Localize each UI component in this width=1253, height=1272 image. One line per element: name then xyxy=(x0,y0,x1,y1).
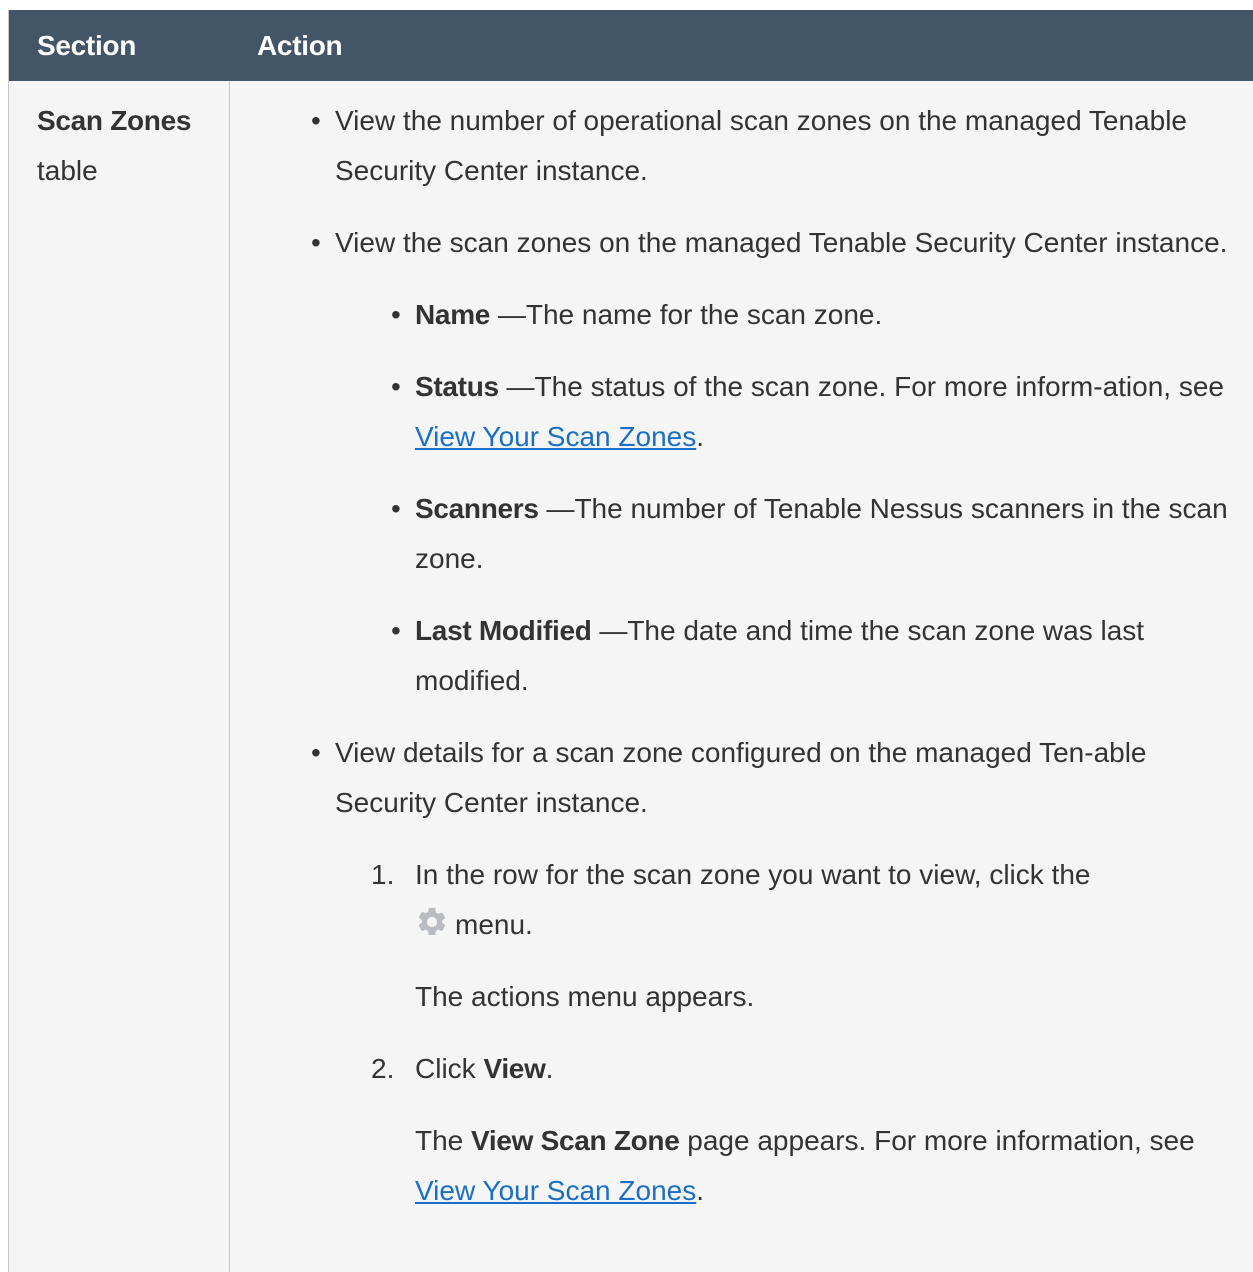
section-cell: Scan Zones table xyxy=(37,96,217,196)
view-label: View xyxy=(483,1053,546,1084)
step-number: 1. xyxy=(371,859,395,890)
step-item: 1. In the row for the scan zone you want… xyxy=(335,850,1237,1022)
list-item: • Status —The status of the scan zone. F… xyxy=(391,371,1224,452)
menu-text: menu. xyxy=(455,909,533,940)
view-scan-zones-link[interactable]: View Your Scan Zones xyxy=(415,421,696,452)
field-status-label: Status xyxy=(415,371,499,402)
step-result: The actions menu appears. xyxy=(415,981,755,1012)
table-header: Section Action xyxy=(9,10,1253,81)
list-item: • Last Modified —The date and time the s… xyxy=(391,615,1145,696)
list-item: • View the scan zones on the managed Ten… xyxy=(257,218,1237,706)
scan-zones-table: Section Action Scan Zones table • View t… xyxy=(8,10,1253,1272)
step-number: 2. xyxy=(371,1053,395,1084)
steps-list: 1. In the row for the scan zone you want… xyxy=(335,850,1237,1216)
result-text: page appears. For more information, see xyxy=(679,1125,1195,1156)
view-scan-zone-label: View Scan Zone xyxy=(471,1125,680,1156)
period: . xyxy=(696,421,705,452)
list-item: • View the number of operational scan zo… xyxy=(311,105,1188,186)
action-cell: • View the number of operational scan zo… xyxy=(257,96,1237,1238)
period: . xyxy=(545,1053,554,1084)
field-name-label: Name xyxy=(415,299,491,330)
result-text: The xyxy=(415,1125,472,1156)
field-status-desc: —The status of the scan zone. For more i… xyxy=(498,371,1224,402)
bullet-text-view-details: View details for a scan zone configured … xyxy=(335,737,1147,818)
bullet-text-view-zones: View the scan zones on the managed Tenab… xyxy=(335,227,1228,258)
list-item: • View details for a scan zone configure… xyxy=(257,728,1237,1216)
section-subtitle: table xyxy=(37,155,98,186)
section-title: Scan Zones xyxy=(37,105,192,136)
step-text: In the row for the scan zone you want to… xyxy=(415,859,1091,890)
field-scanners-label: Scanners xyxy=(415,493,539,524)
field-last-modified-label: Last Modified xyxy=(415,615,592,646)
gear-icon xyxy=(415,905,449,939)
header-action: Action xyxy=(257,30,343,61)
list-item: • Name —The name for the scan zone. xyxy=(391,299,883,330)
step-result: The View Scan Zone page appears. For mor… xyxy=(415,1116,1237,1216)
bullet-text-operational: View the number of operational scan zone… xyxy=(335,105,1188,186)
field-name-desc: —The name for the scan zone. xyxy=(490,299,883,330)
view-scan-zones-link[interactable]: View Your Scan Zones xyxy=(415,1175,696,1206)
period: . xyxy=(696,1175,705,1206)
header-section: Section xyxy=(37,30,137,61)
list-item: • Scanners —The number of Tenable Nessus… xyxy=(391,493,1228,574)
step-text: Click xyxy=(415,1053,484,1084)
column-divider xyxy=(229,81,230,1272)
step-item: 2. Click View. The View Scan Zone page a… xyxy=(335,1044,1237,1216)
field-list: • Name —The name for the scan zone. • St… xyxy=(335,290,1237,706)
action-list: • View the number of operational scan zo… xyxy=(257,96,1237,1216)
